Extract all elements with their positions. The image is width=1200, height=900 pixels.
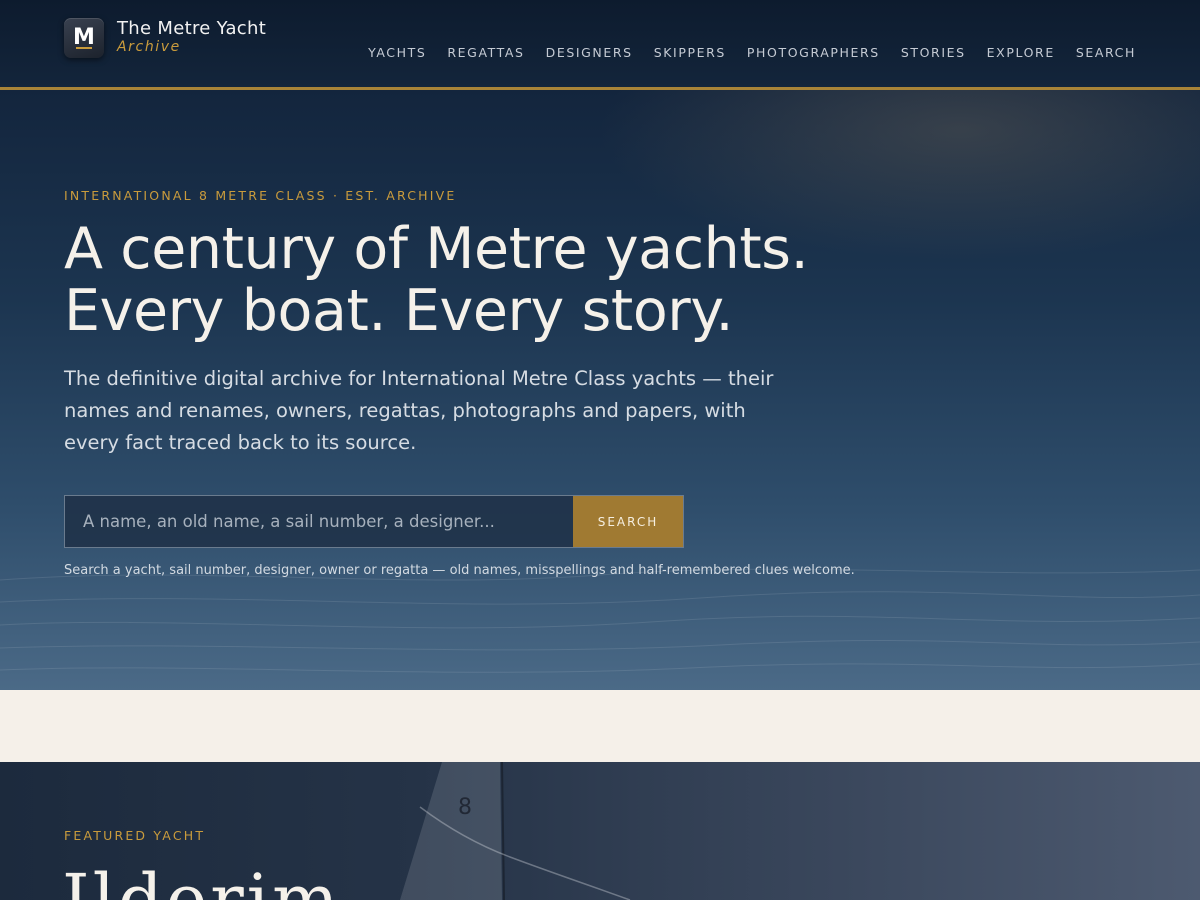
- featured-eyebrow: FEATURED YACHT: [64, 828, 206, 843]
- site-title[interactable]: The Metre Yacht: [117, 18, 266, 39]
- nav-yachts[interactable]: YACHTS: [368, 45, 426, 60]
- logo-underline: [76, 47, 92, 49]
- site-header: M The Metre Yacht Archive YACHTS REGATTA…: [0, 0, 1200, 90]
- nav-stories[interactable]: STORIES: [901, 45, 966, 60]
- hero-lead: The definitive digital archive for Inter…: [64, 367, 774, 454]
- sea-waves-image: [0, 568, 1200, 673]
- site-subtitle[interactable]: Archive: [117, 39, 181, 55]
- nav-designers[interactable]: DESIGNERS: [546, 45, 633, 60]
- featured-yacht-section: 8 FEATURED YACHT Ilderim: [0, 762, 1200, 900]
- logo-icon[interactable]: M: [64, 18, 104, 58]
- main-nav: YACHTS REGATTAS DESIGNERS SKIPPERS PHOTO…: [368, 45, 1136, 60]
- nav-skippers[interactable]: SKIPPERS: [654, 45, 726, 60]
- hero-headline-line-2: Every boat. Every story.: [64, 278, 734, 344]
- nav-search[interactable]: SEARCH: [1076, 45, 1136, 60]
- hero-headline-line-1: A century of Metre yachts.: [64, 216, 809, 282]
- sail-number: 8: [458, 795, 472, 820]
- search-form: SEARCH: [64, 495, 684, 548]
- yacht-sail-image: 8: [400, 762, 631, 900]
- featured-yacht-name[interactable]: Ilderim: [62, 860, 342, 900]
- hero-eyebrow: INTERNATIONAL 8 METRE CLASS · EST. ARCHI…: [64, 188, 457, 203]
- search-hint: Search a yacht, sail number, designer, o…: [64, 563, 855, 578]
- search-input[interactable]: [65, 496, 573, 547]
- hero-headline: A century of Metre yachts. Every boat. E…: [64, 216, 809, 344]
- nav-photographers[interactable]: PHOTOGRAPHERS: [747, 45, 880, 60]
- nav-explore[interactable]: EXPLORE: [987, 45, 1055, 60]
- hero-section: INTERNATIONAL 8 METRE CLASS · EST. ARCHI…: [0, 90, 1200, 690]
- nav-regattas[interactable]: REGATTAS: [447, 45, 524, 60]
- search-button[interactable]: SEARCH: [573, 496, 683, 547]
